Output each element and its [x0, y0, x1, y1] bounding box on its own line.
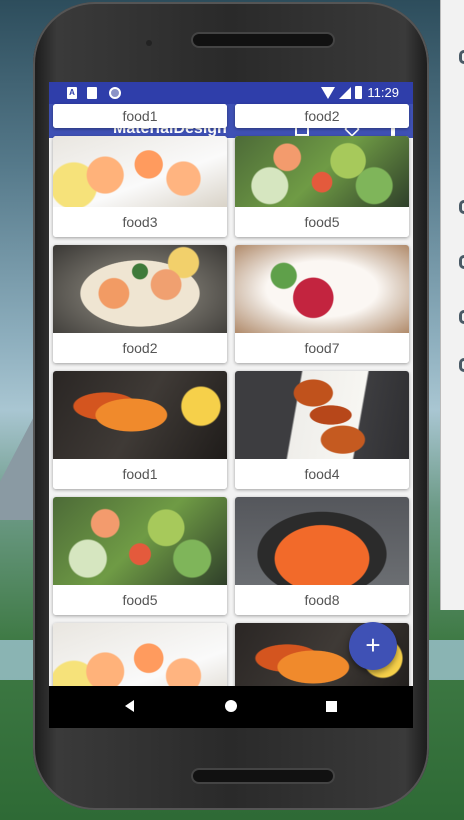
recent-apps-icon[interactable] — [326, 701, 337, 712]
food-label: food2 — [235, 104, 409, 128]
food-label: food1 — [53, 459, 227, 489]
front-camera — [146, 40, 152, 46]
sd-card-icon — [87, 87, 97, 99]
food-label: food5 — [235, 207, 409, 237]
food-label: food7 — [235, 333, 409, 363]
tool-icon[interactable] — [459, 200, 464, 214]
food-card[interactable]: food7 — [235, 245, 409, 363]
tool-icon[interactable] — [459, 50, 464, 64]
food-card[interactable]: food3 — [53, 136, 227, 237]
tool-icon[interactable] — [459, 255, 464, 269]
food-card[interactable]: food5 — [53, 497, 227, 615]
tool-icon[interactable] — [459, 310, 464, 324]
food-card[interactable]: food2 — [53, 245, 227, 363]
food-image — [53, 497, 227, 585]
food-card[interactable]: food1 — [53, 104, 227, 128]
food-card[interactable]: food2 — [235, 104, 409, 128]
food-image — [53, 245, 227, 333]
food-image — [53, 371, 227, 459]
food-label: food8 — [235, 585, 409, 615]
food-image — [235, 136, 409, 207]
battery-icon — [355, 86, 362, 99]
bottom-speaker — [193, 770, 333, 782]
add-fab-button[interactable]: + — [349, 622, 397, 670]
food-card[interactable]: food8 — [235, 497, 409, 615]
food-image — [235, 497, 409, 585]
clock: 11:29 — [367, 85, 399, 100]
tool-icon[interactable] — [459, 358, 464, 372]
food-label: food2 — [53, 333, 227, 363]
food-image — [235, 371, 409, 459]
notification-a-icon: A — [67, 87, 77, 99]
navigation-bar — [49, 686, 413, 728]
food-label: food5 — [53, 585, 227, 615]
food-label: food1 — [53, 104, 227, 128]
home-icon[interactable] — [225, 700, 237, 712]
food-label: food4 — [235, 459, 409, 489]
side-window — [440, 0, 464, 610]
food-image — [53, 136, 227, 207]
top-speaker — [193, 34, 333, 46]
signal-icon — [339, 87, 351, 99]
food-label: food3 — [53, 207, 227, 237]
food-card[interactable]: food1 — [53, 371, 227, 489]
food-card[interactable]: food5 — [235, 136, 409, 237]
back-icon[interactable] — [125, 700, 134, 712]
food-image — [235, 245, 409, 333]
food-card[interactable]: food4 — [235, 371, 409, 489]
circle-icon — [109, 87, 121, 99]
status-bar: A 11:29 — [49, 82, 413, 104]
wifi-icon — [321, 87, 335, 99]
